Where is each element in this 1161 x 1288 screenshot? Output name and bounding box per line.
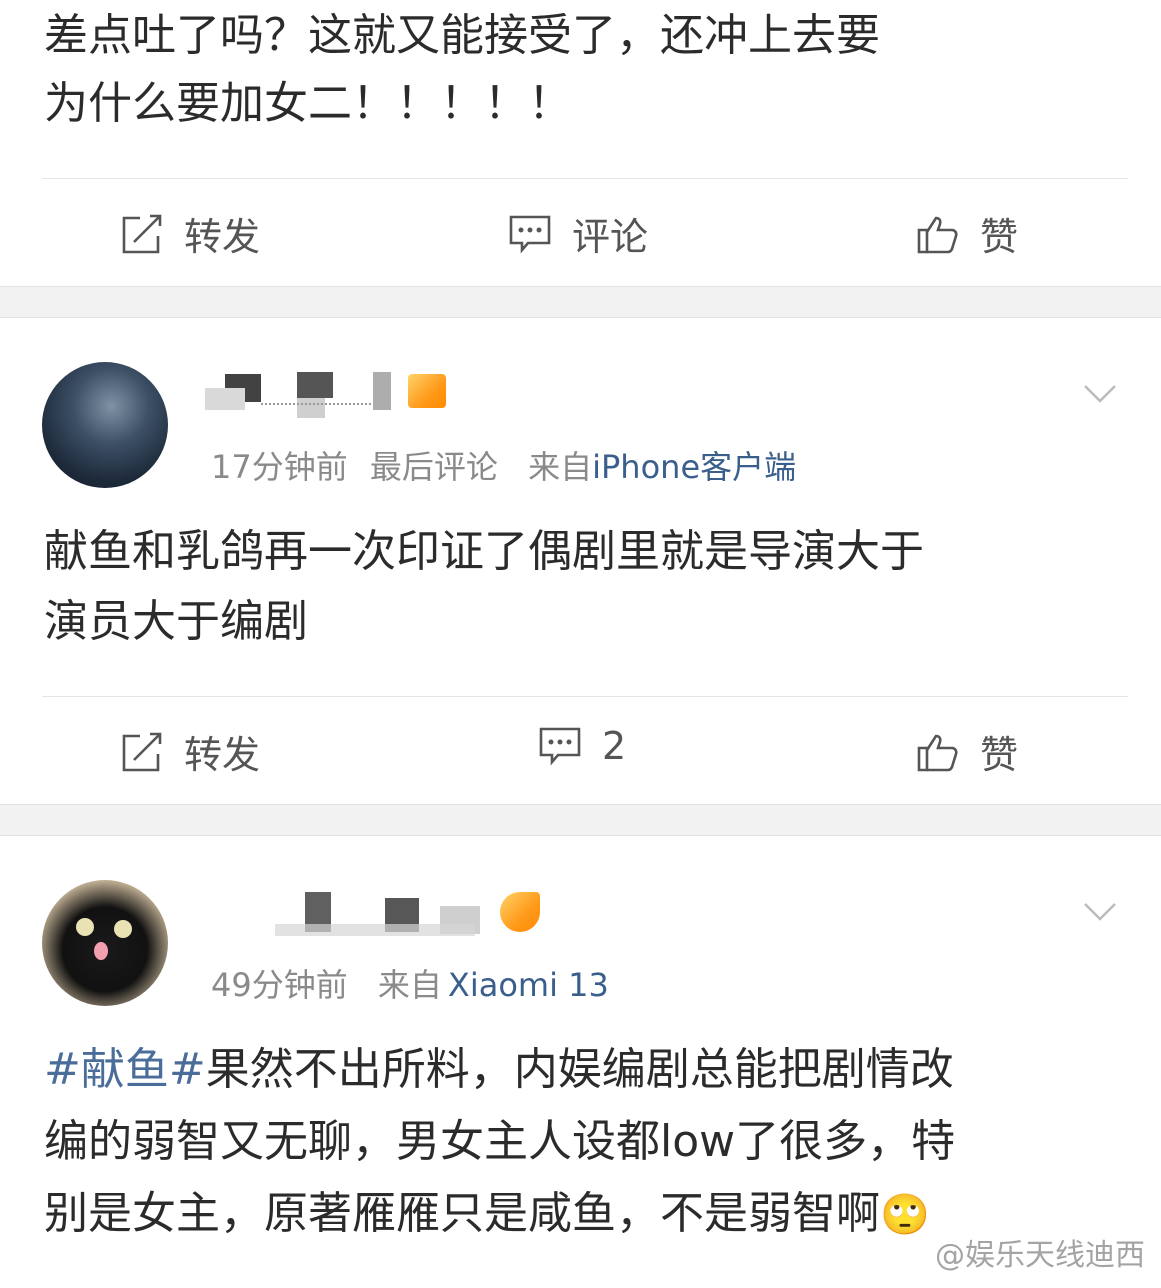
- from-label: 来自: [377, 966, 442, 1004]
- comment-meta: 17分钟前 最后评论 来自iPhone客户端: [211, 442, 796, 488]
- card-separator: [0, 804, 1161, 836]
- comment-button[interactable]: 2: [538, 724, 626, 768]
- comment-text-line-3: 别是女主，原著雁雁只是咸鱼，不是弱智啊🙄: [44, 1178, 930, 1251]
- comment-card-1: 17分钟前 最后评论 来自iPhone客户端 献鱼和乳鸽再一次印证了偶剧里就是导…: [0, 318, 1161, 804]
- post-card-top: 差点吐了吗？这就又能接受了，还冲上去要 为什么要加女二！！！！！ 转发 评论 赞: [0, 0, 1161, 286]
- repost-icon: [122, 214, 162, 253]
- thumbs-up-icon: [917, 734, 958, 771]
- repost-label: 转发: [184, 733, 261, 777]
- avatar[interactable]: [42, 362, 168, 488]
- last-comment-label: 最后评论: [369, 448, 498, 486]
- avatar[interactable]: [42, 880, 168, 1006]
- badge-icon: [408, 374, 446, 408]
- username-obscured[interactable]: [265, 888, 495, 938]
- comment-label: 评论: [572, 215, 649, 259]
- comment-button[interactable]: 评论: [508, 206, 648, 261]
- comment-icon: [509, 215, 551, 254]
- thumbs-up-icon: [917, 216, 958, 253]
- repost-icon: [122, 732, 162, 771]
- comment-meta: 49分钟前 来自 Xiaomi 13: [211, 960, 609, 1006]
- card-separator: [0, 286, 1161, 318]
- chevron-down-icon[interactable]: [1083, 902, 1117, 922]
- timestamp: 49分钟前: [211, 966, 348, 1004]
- from-label: 来自: [528, 448, 593, 486]
- hashtag-link[interactable]: #献鱼#: [44, 1044, 206, 1095]
- comment-text-line-2: 演员大于编剧: [44, 596, 308, 647]
- timestamp: 17分钟前: [211, 448, 348, 486]
- like-button[interactable]: 赞: [916, 206, 1018, 261]
- like-label: 赞: [980, 733, 1019, 777]
- comment-text-line-2: 编的弱智又无聊，男女主人设都low了很多，特: [44, 1116, 956, 1167]
- watermark: @娱乐天线迪西: [935, 1238, 1145, 1273]
- chevron-down-icon[interactable]: [1083, 384, 1117, 404]
- repost-button[interactable]: 转发: [120, 206, 260, 261]
- comment-text-rest: 果然不出所料，内娱编剧总能把剧情改: [205, 1044, 954, 1095]
- repost-label: 转发: [184, 215, 261, 259]
- comment-text-line-1: #献鱼#果然不出所料，内娱编剧总能把剧情改: [44, 1034, 954, 1106]
- source-link[interactable]: iPhone客户端: [592, 448, 796, 486]
- like-button[interactable]: 赞: [916, 724, 1018, 779]
- divider: [42, 696, 1128, 697]
- comment-text-line-3-text: 别是女主，原著雁雁只是咸鱼，不是弱智啊: [44, 1188, 880, 1239]
- comment-icon: [539, 727, 581, 766]
- repost-button[interactable]: 转发: [120, 724, 260, 779]
- eye-roll-emoji: 🙄: [880, 1192, 930, 1238]
- comment-card-2: 49分钟前 来自 Xiaomi 13 #献鱼#果然不出所料，内娱编剧总能把剧情改 …: [0, 836, 1161, 1288]
- comment-text-line-1: 献鱼和乳鸽再一次印证了偶剧里就是导演大于: [44, 526, 924, 577]
- like-label: 赞: [980, 215, 1019, 259]
- post-text-line-1: 差点吐了吗？这就又能接受了，还冲上去要: [44, 10, 880, 61]
- badge-icon: [500, 892, 540, 932]
- post-text-line-2: 为什么要加女二！！！！！: [44, 78, 572, 129]
- comment-count: 2: [602, 724, 627, 768]
- source-link[interactable]: Xiaomi 13: [448, 966, 609, 1004]
- divider: [42, 178, 1128, 179]
